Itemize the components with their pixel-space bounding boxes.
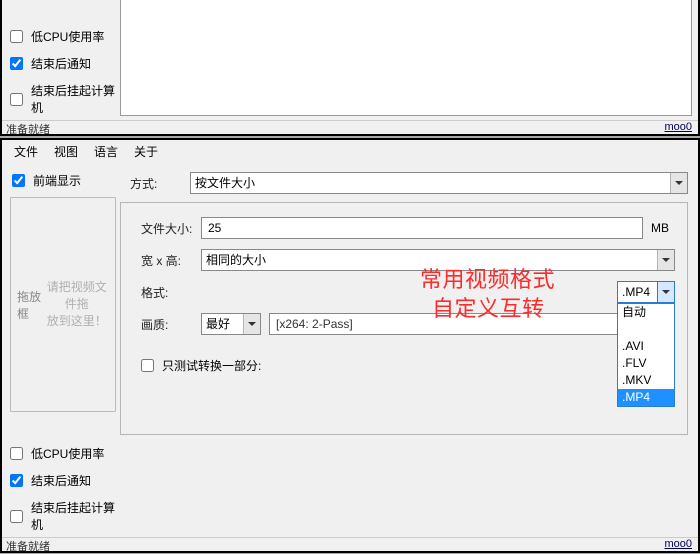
checkbox-label: 结束后通知 xyxy=(31,472,91,489)
checkbox-low-cpu[interactable]: 低CPU使用率 xyxy=(10,445,116,462)
format-option-flv[interactable]: .FLV xyxy=(618,355,674,372)
checkbox-label: 结束后通知 xyxy=(31,55,91,72)
chevron-down-icon xyxy=(657,250,674,270)
label-method: 方式: xyxy=(120,175,182,192)
settings-group: 文件大小: MB 宽 x 高: 相同的大小 格式: xyxy=(120,202,688,435)
label-dimensions: 宽 x 高: xyxy=(131,252,193,269)
drop-zone[interactable]: 拖放框 请把视频文件拖 放到这里！ xyxy=(10,197,116,412)
label-filesize-unit: MB xyxy=(651,221,675,235)
checkbox-low-cpu-upper[interactable]: 低CPU使用率 xyxy=(10,28,116,45)
checkbox-always-on-top[interactable]: 前端显示 xyxy=(12,172,116,189)
label-quality: 画质: xyxy=(131,316,193,333)
status-text: 准备就绪 xyxy=(6,538,664,551)
checkbox-label: 只测试转换一部分: xyxy=(162,357,261,374)
menu-language[interactable]: 语言 xyxy=(86,141,126,162)
status-link-moo0[interactable]: moo0 xyxy=(664,538,692,551)
checkbox-label: 结束后挂起计算机 xyxy=(31,82,116,116)
status-text: 准备就绪 xyxy=(6,121,664,134)
format-option-blank[interactable] xyxy=(618,321,674,338)
select-format-value: .MP4 xyxy=(622,285,650,299)
checkbox-label: 前端显示 xyxy=(33,172,81,189)
window-main: 文件 视图 语言 关于 前端显示 拖放框 请把视频文件拖 放到这里！ 低CP xyxy=(0,138,700,553)
format-option-auto[interactable]: 自动 xyxy=(618,304,674,321)
format-option-mp4[interactable]: .MP4 xyxy=(618,389,674,406)
quality-description: [x264: 2-Pass] xyxy=(269,313,675,335)
chevron-down-icon xyxy=(243,314,260,334)
menu-about[interactable]: 关于 xyxy=(126,141,166,162)
format-option-mkv[interactable]: .MKV xyxy=(618,372,674,389)
select-method-value: 按文件大小 xyxy=(195,176,255,190)
drop-legend: 拖放框 xyxy=(17,288,45,322)
window-upper: 低CPU使用率 结束后通知 结束后挂起计算机 准备就绪 moo0 xyxy=(0,0,700,136)
checkbox-notify-after-upper[interactable]: 结束后通知 xyxy=(10,55,116,72)
checkbox-notify-after[interactable]: 结束后通知 xyxy=(10,472,116,489)
menu-file[interactable]: 文件 xyxy=(6,141,46,162)
checkbox-label: 低CPU使用率 xyxy=(31,445,104,462)
select-format-dropdown: 自动 .AVI .FLV .MKV .MP4 xyxy=(617,303,675,407)
format-option-avi[interactable]: .AVI xyxy=(618,338,674,355)
select-method[interactable]: 按文件大小 xyxy=(190,172,688,194)
main-panel: 方式: 按文件大小 文件大小: MB 宽 x 高: 相同的 xyxy=(120,162,698,537)
label-format: 格式: xyxy=(131,284,193,301)
checkbox-suspend-after-upper[interactable]: 结束后挂起计算机 xyxy=(10,82,116,116)
statusbar: 准备就绪 moo0 xyxy=(2,537,698,551)
select-dimensions-value: 相同的大小 xyxy=(206,253,266,267)
select-format[interactable]: .MP4 xyxy=(617,281,675,303)
drop-hint: 请把视频文件拖 放到这里！ xyxy=(45,279,109,329)
checkbox-test-partial[interactable]: 只测试转换一部分: xyxy=(141,357,261,374)
checkbox-suspend-after[interactable]: 结束后挂起计算机 xyxy=(10,499,116,533)
select-quality[interactable]: 最好 xyxy=(201,313,261,335)
chevron-down-icon xyxy=(657,282,674,302)
status-link-moo0[interactable]: moo0 xyxy=(664,121,692,134)
input-filesize[interactable] xyxy=(201,217,643,239)
sidebar: 前端显示 拖放框 请把视频文件拖 放到这里！ 低CPU使用率 结束后通知 xyxy=(2,162,120,537)
select-quality-value: 最好 xyxy=(206,317,230,331)
label-filesize: 文件大小: xyxy=(131,220,193,237)
menu-view[interactable]: 视图 xyxy=(46,141,86,162)
checkbox-label: 结束后挂起计算机 xyxy=(31,499,116,533)
statusbar-upper: 准备就绪 moo0 xyxy=(2,120,698,134)
chevron-down-icon xyxy=(670,173,687,193)
main-panel-upper xyxy=(120,0,692,116)
checkbox-label: 低CPU使用率 xyxy=(31,28,104,45)
sidebar-upper: 低CPU使用率 结束后通知 结束后挂起计算机 xyxy=(2,0,120,120)
menubar: 文件 视图 语言 关于 xyxy=(2,140,698,162)
select-dimensions[interactable]: 相同的大小 xyxy=(201,249,675,271)
